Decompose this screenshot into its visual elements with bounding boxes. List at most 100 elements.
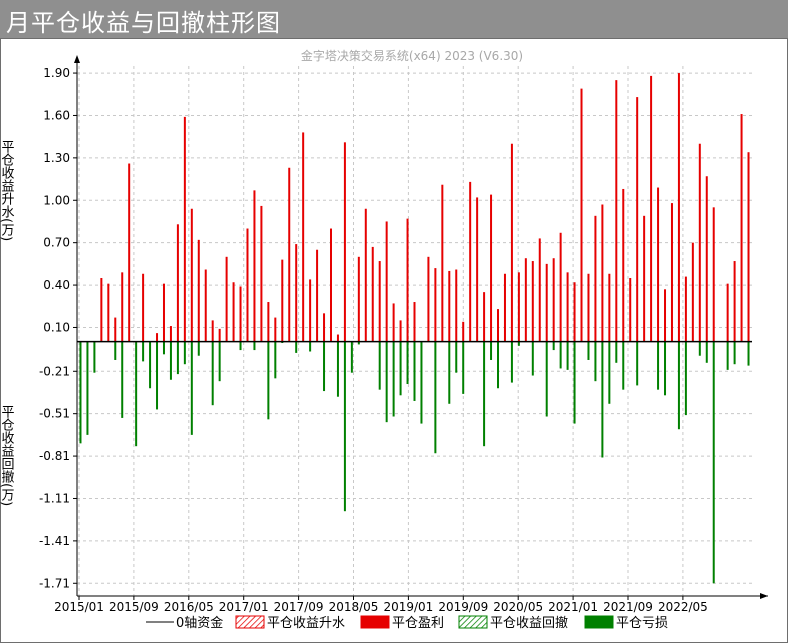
loss-bar: [545, 341, 548, 417]
profit-bar: [698, 143, 701, 342]
profit-bar: [295, 244, 298, 342]
profit-bar: [712, 207, 715, 342]
loss-bar: [712, 341, 715, 584]
profit-bar: [427, 256, 430, 342]
y-tick-label: -1.41: [39, 534, 70, 548]
profit-bar: [524, 258, 527, 342]
loss-bar: [142, 341, 145, 362]
loss-bar: [350, 341, 353, 373]
profit-bar: [691, 242, 694, 342]
loss-bar: [378, 341, 381, 390]
x-tick-label: 2021/09: [603, 600, 653, 614]
profit-bar: [246, 228, 249, 342]
profit-bar: [329, 228, 332, 342]
profit-bar: [608, 273, 611, 342]
profit-bar: [343, 142, 346, 342]
profit-bar: [538, 238, 541, 342]
loss-bar: [197, 341, 200, 356]
loss-bar: [114, 341, 117, 360]
loss-bar: [211, 341, 214, 406]
profit-bar: [705, 176, 708, 342]
profit-bar: [448, 270, 451, 342]
profit-bar: [601, 204, 604, 342]
profit-bar: [462, 321, 465, 342]
profit-bar: [142, 273, 145, 342]
y-tick-label: 1.30: [43, 151, 70, 165]
profit-bar: [594, 215, 597, 342]
profit-bar: [399, 320, 402, 342]
loss-bar: [399, 341, 402, 396]
profit-bar: [204, 269, 207, 342]
loss-bar: [406, 341, 409, 384]
profit-bar: [211, 320, 214, 342]
profit-bar: [385, 221, 388, 342]
loss-bar: [267, 341, 270, 420]
y-label-top: 平仓收益升水(万): [0, 140, 14, 241]
loss-bar: [677, 341, 680, 430]
x-tick-label: 2021/01: [548, 600, 598, 614]
loss-bar: [156, 341, 159, 410]
profit-bar: [232, 282, 235, 342]
y-tick-label: 1.90: [43, 66, 70, 80]
loss-bar: [149, 341, 152, 389]
profit-bar: [260, 205, 263, 342]
profit-bar: [587, 273, 590, 342]
loss-bar: [343, 341, 346, 512]
loss-bar: [385, 341, 388, 423]
loss-bar: [176, 341, 179, 375]
profit-bar: [615, 80, 618, 342]
x-tick-label: 2019/01: [383, 600, 433, 614]
profit-bar: [121, 272, 124, 342]
y-tick-label: -1.11: [39, 491, 70, 505]
profit-bar: [156, 333, 159, 342]
legend-swatch: [458, 615, 488, 629]
profit-bar: [503, 273, 506, 342]
loss-bar: [253, 341, 256, 351]
profit-bar: [726, 283, 729, 342]
profit-bar: [552, 258, 555, 342]
profit-bar: [371, 246, 374, 342]
loss-bar: [420, 341, 423, 424]
profit-bar: [128, 163, 131, 342]
profit-bar: [497, 309, 500, 342]
x-tick-label: 2015/09: [109, 600, 159, 614]
loss-bar: [169, 341, 172, 380]
profit-bar: [183, 116, 186, 342]
profit-bar: [162, 283, 165, 342]
y-tick-label: -0.51: [39, 407, 70, 421]
loss-bar: [490, 341, 493, 360]
y-tick-label: 1.00: [43, 193, 70, 207]
loss-bar: [531, 341, 534, 376]
profit-bar: [114, 317, 117, 342]
legend-swatch: [584, 615, 614, 629]
loss-bar: [183, 341, 186, 365]
legend-label: 0轴资金: [176, 615, 223, 631]
loss-bar: [698, 341, 701, 356]
profit-bar: [636, 97, 639, 342]
loss-bar: [566, 341, 569, 370]
loss-bar: [323, 341, 326, 392]
profit-bar: [218, 328, 221, 342]
profit-bar: [288, 167, 291, 342]
profit-bar: [406, 218, 409, 342]
profit-bar: [740, 114, 743, 342]
profit-bar: [239, 286, 242, 342]
loss-bar: [733, 341, 736, 365]
profit-bar: [476, 197, 479, 342]
profit-bar: [483, 292, 486, 342]
profit-bar: [531, 261, 534, 342]
loss-bar: [239, 341, 242, 351]
loss-bar: [636, 341, 639, 386]
loss-bar: [510, 341, 513, 383]
profit-bar: [677, 73, 680, 342]
profit-bar: [622, 188, 625, 342]
loss-bar: [483, 341, 486, 447]
profit-bar: [357, 256, 360, 342]
profit-bar: [490, 194, 493, 342]
y-axis-arrow: [74, 55, 80, 63]
loss-bar: [79, 341, 82, 444]
loss-bar: [336, 341, 339, 397]
loss-bar: [705, 341, 708, 363]
loss-bar: [392, 341, 395, 417]
loss-bar: [601, 341, 604, 458]
